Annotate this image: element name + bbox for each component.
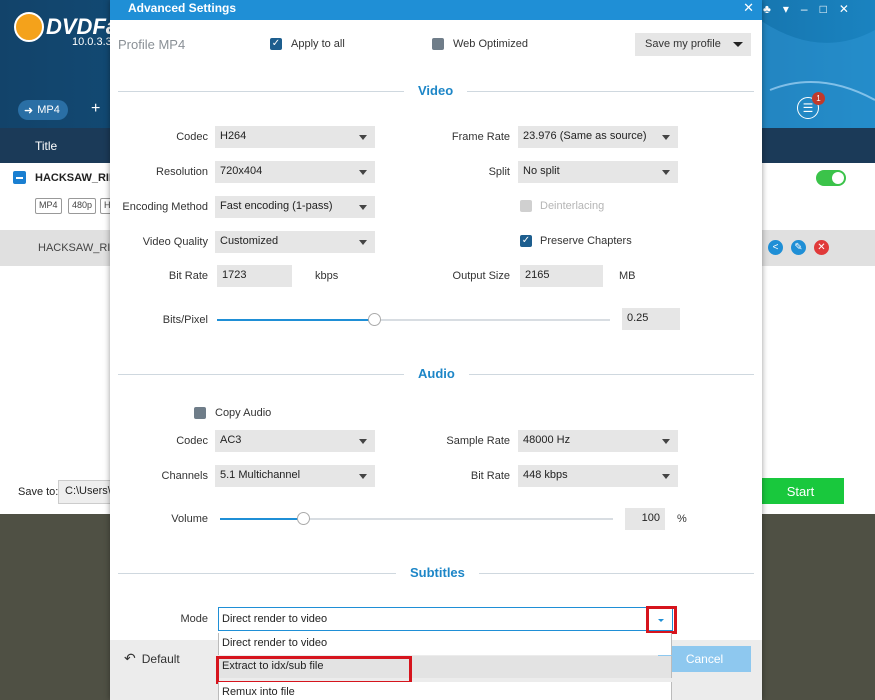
- encoding-method-label: Encoding Method: [122, 201, 208, 213]
- edit-icon[interactable]: ✎: [791, 240, 806, 255]
- channels-label: Channels: [161, 470, 208, 482]
- video-bitrate-input[interactable]: 1723: [217, 265, 292, 287]
- audio-codec-label: Codec: [176, 435, 208, 447]
- frame-rate-select[interactable]: 23.976 (Same as source): [518, 126, 678, 148]
- queue-badge: 1: [812, 92, 825, 105]
- bits-pixel-label: Bits/Pixel: [162, 314, 208, 326]
- save-profile-dropdown[interactable]: [726, 33, 750, 56]
- sample-rate-label: Sample Rate: [446, 435, 510, 447]
- output-size-input[interactable]: 2165: [520, 265, 603, 287]
- close-app-icon[interactable]: ✕: [839, 2, 849, 16]
- resolution-select[interactable]: 720x404: [215, 161, 375, 183]
- apply-all-label: Apply to all: [291, 38, 345, 50]
- logo-icon: [14, 12, 44, 42]
- advanced-settings-dialog: Advanced Settings ✕ Profile MP4 ✓ Apply …: [110, 0, 762, 700]
- copy-audio-label: Copy Audio: [215, 407, 272, 419]
- remove-icon[interactable]: ✕: [814, 240, 829, 255]
- maximize-icon[interactable]: □: [820, 2, 827, 16]
- skin-icon[interactable]: ♣: [763, 2, 771, 16]
- audio-bitrate-label: Bit Rate: [470, 470, 510, 482]
- video-section-title: Video: [404, 83, 468, 98]
- video-bitrate-label: Bit Rate: [168, 270, 208, 282]
- deinterlacing-label: Deinterlacing: [540, 200, 605, 212]
- volume-unit: %: [677, 513, 687, 525]
- subtitles-section-title: Subtitles: [396, 565, 479, 580]
- dialog-titlebar: Advanced Settings: [110, 0, 762, 20]
- audio-bitrate-select[interactable]: 448 kbps: [518, 465, 678, 487]
- frame-rate-label: Frame Rate: [451, 131, 510, 143]
- title-column-header: Title: [35, 139, 58, 153]
- mode-dropdown-button[interactable]: [646, 606, 677, 634]
- dialog-close-icon[interactable]: ✕: [743, 0, 754, 16]
- output-size-unit: MB: [619, 270, 636, 282]
- video-quality-select[interactable]: Customized: [215, 231, 375, 253]
- extract-option-highlight: [216, 656, 412, 684]
- minimize-icon[interactable]: –: [801, 2, 808, 16]
- web-optimized-checkbox[interactable]: [432, 38, 444, 50]
- save-to-label: Save to:: [18, 486, 59, 498]
- audio-codec-select[interactable]: AC3: [215, 430, 375, 452]
- mode-select[interactable]: Direct render to video: [218, 607, 673, 631]
- bits-pixel-slider-handle[interactable]: [368, 313, 381, 326]
- channels-select[interactable]: 5.1 Multichannel: [215, 465, 375, 487]
- movie-subtitle: HACKSAW_RID: [38, 242, 119, 254]
- share-icon[interactable]: <: [768, 240, 783, 255]
- mode-option-direct[interactable]: Direct render to video: [218, 633, 672, 655]
- arrow-right-icon: ➜: [24, 104, 34, 117]
- default-label: Default: [141, 651, 180, 666]
- default-button[interactable]: ↶ Default: [124, 650, 180, 667]
- audio-section-title: Audio: [404, 366, 469, 381]
- video-codec-select[interactable]: H264: [215, 126, 375, 148]
- resolution-label: Resolution: [156, 166, 208, 178]
- volume-slider-fill: [220, 518, 303, 520]
- preserve-chapters-checkbox[interactable]: ✓: [520, 235, 532, 247]
- apply-all-checkbox[interactable]: ✓: [270, 38, 282, 50]
- video-quality-label: Video Quality: [142, 236, 208, 248]
- volume-slider-handle[interactable]: [297, 512, 310, 525]
- menu-icon[interactable]: ▾: [783, 2, 789, 16]
- profile-label: Profile MP4: [118, 37, 186, 52]
- dialog-title: Advanced Settings: [128, 1, 237, 15]
- preserve-chapters-label: Preserve Chapters: [540, 235, 632, 247]
- start-button[interactable]: Start: [757, 478, 844, 504]
- split-label: Split: [488, 166, 510, 178]
- output-size-label: Output Size: [452, 270, 510, 282]
- encoding-method-select[interactable]: Fast encoding (1-pass): [215, 196, 375, 218]
- volume-input[interactable]: 100: [625, 508, 665, 530]
- web-optimized-label: Web Optimized: [453, 38, 528, 50]
- resolution-tag: 480p: [68, 198, 97, 214]
- video-bitrate-unit: kbps: [315, 270, 339, 282]
- mode-option-remux[interactable]: Remux into file: [218, 682, 672, 700]
- sample-rate-select[interactable]: 48000 Hz: [518, 430, 678, 452]
- deinterlacing-checkbox[interactable]: [520, 200, 532, 212]
- title-toggle[interactable]: [816, 170, 846, 186]
- window-controls: ♣ ▾ – □ ✕: [763, 2, 849, 16]
- format-tag: MP4: [35, 198, 62, 214]
- mode-button[interactable]: ➜ MP4: [18, 100, 68, 120]
- app-version: 10.0.3.3: [72, 36, 112, 48]
- bits-pixel-slider-fill: [217, 319, 374, 321]
- mode-label: MP4: [37, 104, 60, 116]
- bits-pixel-input[interactable]: 0.25: [622, 308, 680, 330]
- add-source-button[interactable]: +: [91, 100, 100, 118]
- split-select[interactable]: No split: [518, 161, 678, 183]
- copy-audio-checkbox[interactable]: [194, 407, 206, 419]
- volume-label: Volume: [171, 513, 208, 525]
- reset-icon: ↶: [124, 650, 136, 666]
- mode-label: Mode: [180, 613, 208, 625]
- video-codec-label: Codec: [176, 131, 208, 143]
- collapse-icon[interactable]: [13, 171, 26, 184]
